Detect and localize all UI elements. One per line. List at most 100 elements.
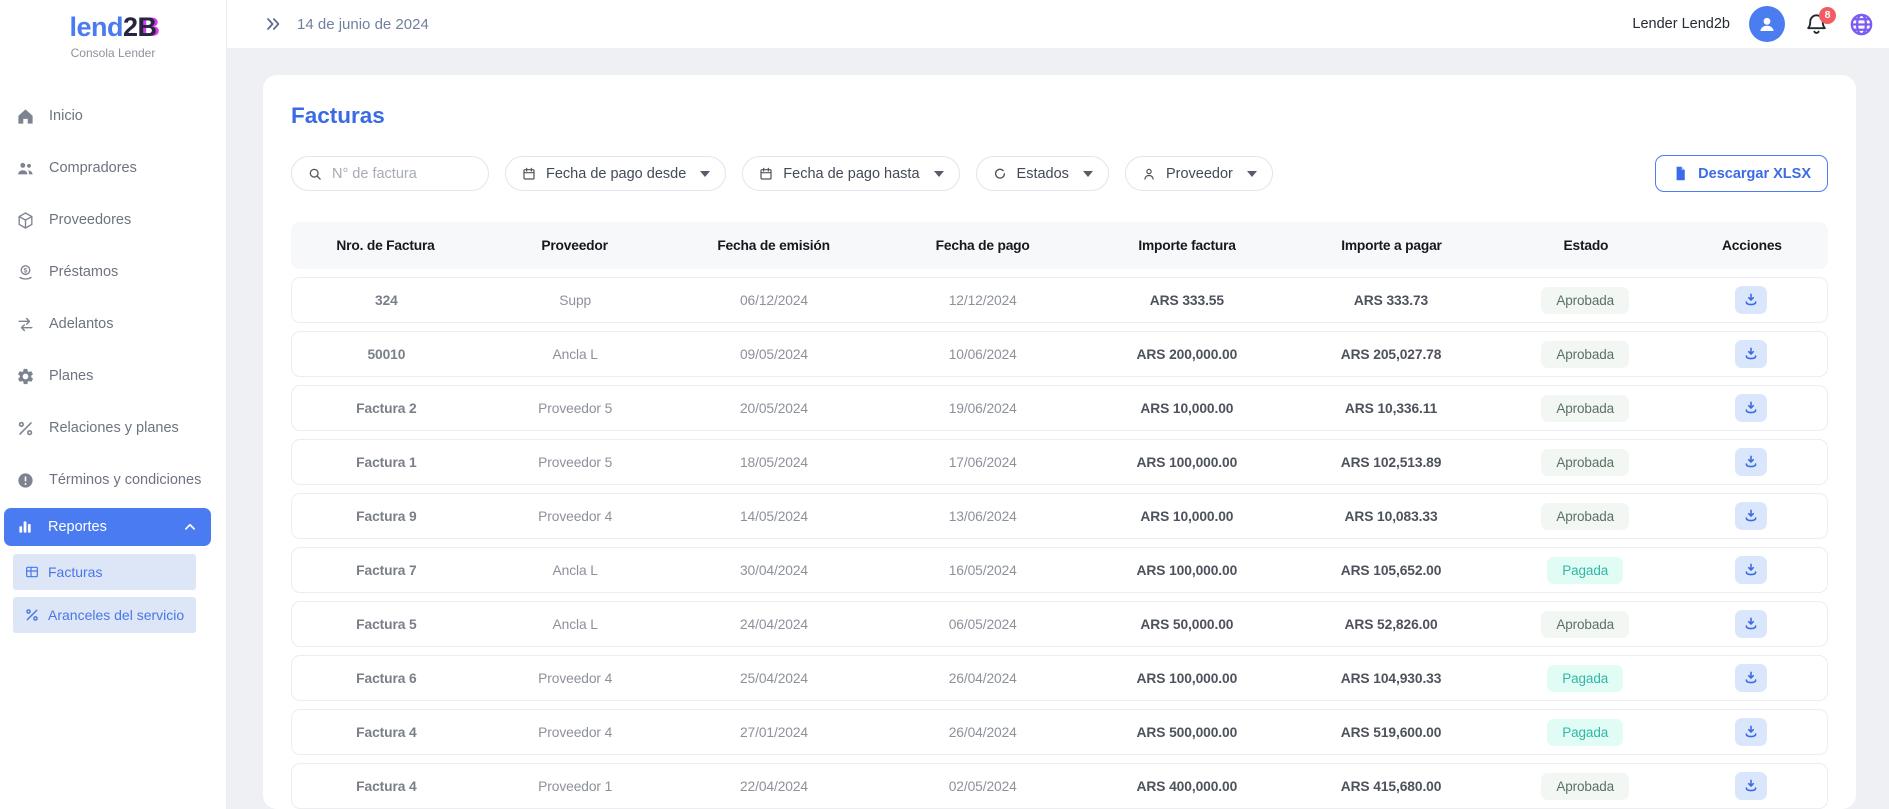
cell-importe-a-pagar: ARS 10,336.11 <box>1287 401 1496 416</box>
logo-text-b: B <box>138 12 157 42</box>
topbar-right: Lender Lend2b 8 <box>1632 6 1875 42</box>
avatar[interactable] <box>1749 6 1785 42</box>
cell-acciones <box>1675 610 1827 638</box>
cell-estado: Aprobada <box>1495 287 1675 314</box>
content-area: Facturas Fecha de pago desde Fecha de <box>227 48 1889 809</box>
download-xlsx-button[interactable]: Descargar XLSX <box>1655 155 1828 192</box>
facturas-card: Facturas Fecha de pago desde Fecha de <box>263 75 1856 809</box>
sidebar-item-label: Relaciones y planes <box>49 420 179 436</box>
double-chevron-icon[interactable] <box>263 14 283 34</box>
user-icon <box>1141 166 1157 182</box>
cell-proveedor: Ancla L <box>481 563 670 578</box>
sidebar-item-adelantos[interactable]: Adelantos <box>0 298 226 350</box>
status-circle-icon <box>992 166 1008 182</box>
cell-nro-factura: Factura 7 <box>292 563 481 578</box>
table-row: Factura 1 Proveedor 5 18/05/2024 17/06/2… <box>291 439 1828 485</box>
table-row: Factura 9 Proveedor 4 14/05/2024 13/06/2… <box>291 493 1828 539</box>
cell-acciones <box>1675 394 1827 422</box>
cell-fecha-pago: 17/06/2024 <box>878 455 1087 470</box>
chevron-up-icon <box>181 518 199 536</box>
cell-fecha-pago: 19/06/2024 <box>878 401 1087 416</box>
sidebar-item-prestamos[interactable]: $ Préstamos <box>0 246 226 298</box>
file-icon <box>1672 165 1689 182</box>
cell-estado: Aprobada <box>1495 395 1675 422</box>
cell-fecha-emision: 30/04/2024 <box>670 563 879 578</box>
cell-nro-factura: Factura 4 <box>292 725 481 740</box>
download-icon <box>1743 778 1759 794</box>
cell-importe-a-pagar: ARS 104,930.33 <box>1287 671 1496 686</box>
bar-chart-icon <box>16 518 34 536</box>
cell-importe-a-pagar: ARS 52,826.00 <box>1287 617 1496 632</box>
download-row-button[interactable] <box>1735 286 1767 314</box>
calendar-icon <box>758 166 774 182</box>
sidebar-item-label: Términos y condiciones <box>49 472 201 488</box>
sidebar-item-compradores[interactable]: Compradores <box>0 142 226 194</box>
notifications-button[interactable]: 8 <box>1804 12 1829 37</box>
invoice-search[interactable] <box>291 156 489 191</box>
status-badge: Pagada <box>1547 719 1623 746</box>
percent-icon <box>24 607 40 623</box>
sidebar-subitem-aranceles[interactable]: Aranceles del servicio <box>13 597 196 633</box>
download-icon <box>1743 508 1759 524</box>
filter-date-to[interactable]: Fecha de pago hasta <box>742 156 959 191</box>
download-row-button[interactable] <box>1735 556 1767 584</box>
filter-estados[interactable]: Estados <box>976 156 1109 191</box>
cell-fecha-pago: 13/06/2024 <box>878 509 1087 524</box>
search-input[interactable] <box>332 166 473 182</box>
cell-importe-factura: ARS 10,000.00 <box>1087 401 1287 416</box>
cell-acciones <box>1675 664 1827 692</box>
cell-estado: Pagada <box>1495 557 1675 584</box>
cell-fecha-pago: 26/04/2024 <box>878 725 1087 740</box>
cell-proveedor: Ancla L <box>481 347 670 362</box>
sidebar-item-label: Préstamos <box>49 264 118 280</box>
notification-count-badge: 8 <box>1819 7 1836 24</box>
table-row: 50010 Ancla L 09/05/2024 10/06/2024 ARS … <box>291 331 1828 377</box>
cell-nro-factura: Factura 9 <box>292 509 481 524</box>
caret-down-icon <box>700 171 710 177</box>
filter-proveedor[interactable]: Proveedor <box>1125 156 1273 191</box>
cell-acciones <box>1675 556 1827 584</box>
filter-label: Estados <box>1017 166 1069 182</box>
language-button[interactable] <box>1848 11 1875 38</box>
status-badge: Pagada <box>1547 557 1623 584</box>
download-row-button[interactable] <box>1735 610 1767 638</box>
cell-proveedor: Ancla L <box>481 617 670 632</box>
download-icon <box>1743 454 1759 470</box>
app-subtitle: Consola Lender <box>0 46 226 60</box>
download-row-button[interactable] <box>1735 772 1767 800</box>
sidebar-item-label: Compradores <box>49 160 137 176</box>
cell-fecha-emision: 06/12/2024 <box>670 293 879 308</box>
download-row-button[interactable] <box>1735 448 1767 476</box>
cell-acciones <box>1675 718 1827 746</box>
gear-icon <box>16 367 35 386</box>
sidebar-item-relaciones[interactable]: Relaciones y planes <box>0 402 226 454</box>
status-badge: Aprobada <box>1541 773 1629 800</box>
sidebar-item-label: Adelantos <box>49 316 114 332</box>
cell-acciones <box>1675 772 1827 800</box>
cell-proveedor: Proveedor 5 <box>481 455 670 470</box>
status-badge: Aprobada <box>1541 395 1629 422</box>
filter-date-from[interactable]: Fecha de pago desde <box>505 156 726 191</box>
download-row-button[interactable] <box>1735 718 1767 746</box>
loan-icon: $ <box>16 263 35 282</box>
cell-importe-factura: ARS 100,000.00 <box>1087 671 1287 686</box>
download-row-button[interactable] <box>1735 664 1767 692</box>
sidebar-item-terminos[interactable]: Términos y condiciones <box>0 454 226 506</box>
download-row-button[interactable] <box>1735 394 1767 422</box>
calendar-icon <box>521 166 537 182</box>
sidebar-item-planes[interactable]: Planes <box>0 350 226 402</box>
sidebar-subitem-facturas[interactable]: Facturas <box>13 554 196 590</box>
column-header: Proveedor <box>480 238 669 253</box>
sidebar-item-inicio[interactable]: Inicio <box>0 90 226 142</box>
sidebar-item-reportes[interactable]: Reportes <box>4 508 211 546</box>
table-row: Factura 6 Proveedor 4 25/04/2024 26/04/2… <box>291 655 1828 701</box>
download-icon <box>1743 616 1759 632</box>
sidebar-subitem-label: Facturas <box>48 564 102 580</box>
cell-nro-factura: Factura 4 <box>292 779 481 794</box>
sidebar-item-proveedores[interactable]: Proveedores <box>0 194 226 246</box>
cell-proveedor: Proveedor 4 <box>481 671 670 686</box>
cell-proveedor: Proveedor 4 <box>481 509 670 524</box>
download-row-button[interactable] <box>1735 502 1767 530</box>
cell-proveedor: Proveedor 4 <box>481 725 670 740</box>
download-row-button[interactable] <box>1735 340 1767 368</box>
